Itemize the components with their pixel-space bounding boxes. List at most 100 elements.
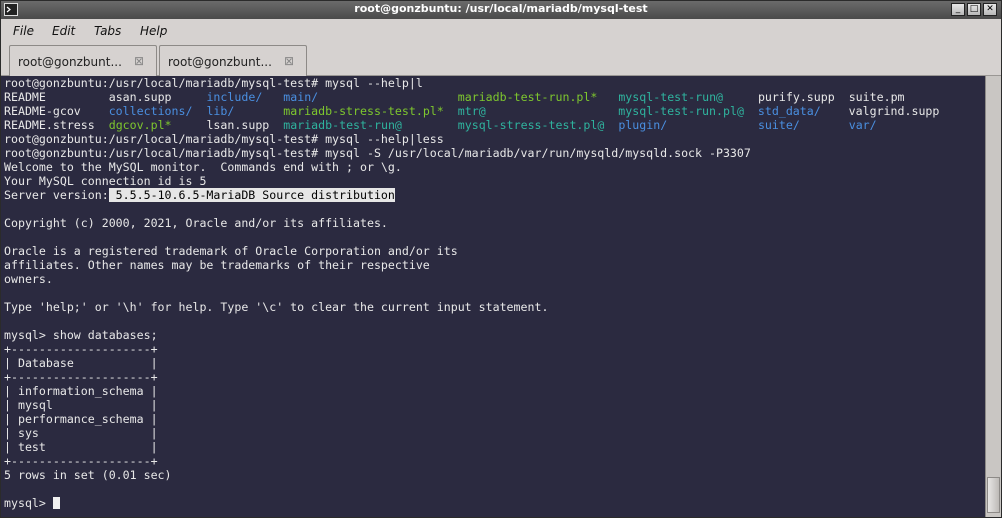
- ls-spacing: [262, 90, 283, 104]
- ls-entry: collections/: [108, 104, 193, 118]
- ls-entry: main/: [283, 90, 319, 104]
- window-title: root@gonzbuntu: /usr/local/mariadb/mysql…: [354, 2, 648, 15]
- ls-spacing: [95, 118, 109, 132]
- ls-spacing: [800, 118, 849, 132]
- ls-entry: lib/: [206, 104, 235, 118]
- table-row: | information_schema |: [4, 384, 158, 398]
- output-line: Welcome to the MySQL monitor. Commands e…: [4, 160, 402, 174]
- ls-entry: mysql-test-run.pl@: [618, 104, 744, 118]
- ls-entry: std_data/: [757, 104, 821, 118]
- ls-spacing: [172, 118, 207, 132]
- menu-edit[interactable]: Edit: [52, 24, 75, 38]
- tab-label: root@gonzbunt...: [18, 55, 122, 69]
- mysql-prompt-line[interactable]: mysql>: [4, 496, 985, 510]
- terminal-window: root@gonzbuntu: /usr/local/mariadb/mysql…: [0, 0, 1002, 518]
- ls-row: README.stress dgcov.pl* lsan.supp mariad…: [4, 118, 985, 132]
- ls-entry: mysql-test-run@: [618, 90, 724, 104]
- table-border: +--------------------+: [4, 370, 158, 384]
- ls-entry: valgrind.supp: [848, 104, 940, 118]
- ls-entry: plugin/: [618, 118, 668, 132]
- output-line: affiliates. Other names may be trademark…: [4, 258, 430, 272]
- ls-entry: var/: [848, 118, 877, 132]
- ls-spacing: [444, 104, 458, 118]
- table-border: +--------------------+: [4, 342, 158, 356]
- ls-entry: mariadb-test-run.pl*: [457, 90, 598, 104]
- ls-entry: mariadb-test-run@: [283, 118, 402, 132]
- ls-row: README-gcov collections/ lib/ mariadb-st…: [4, 104, 985, 118]
- server-version-line: Server version: 5.5.5-10.6.5-MariaDB Sou…: [4, 188, 985, 202]
- ls-spacing: [81, 104, 109, 118]
- output-line: owners.: [4, 272, 53, 286]
- close-window-button[interactable]: ✕: [983, 3, 997, 16]
- result-summary: 5 rows in set (0.01 sec): [4, 468, 172, 482]
- ls-spacing: [46, 90, 109, 104]
- ls-spacing: [402, 118, 458, 132]
- table-row: | performance_schema |: [4, 412, 158, 426]
- tab-terminal-2[interactable]: root@gonzbunt... ⊠: [159, 45, 307, 76]
- ls-spacing: [604, 118, 618, 132]
- mysql-prompt: mysql>: [4, 496, 53, 510]
- menu-bar: File Edit Tabs Help: [1, 19, 1001, 42]
- ls-entry: suite/: [757, 118, 800, 132]
- ls-entry: suite.pm: [848, 90, 905, 104]
- ls-spacing: [597, 90, 618, 104]
- ls-spacing: [172, 90, 207, 104]
- scrollbar[interactable]: [985, 76, 1001, 517]
- selected-text: 5.5.5-10.6.5-MariaDB Source distribution: [108, 188, 395, 202]
- table-row: | mysql |: [4, 398, 158, 412]
- scrollbar-thumb[interactable]: [987, 477, 1000, 513]
- menu-file[interactable]: File: [13, 24, 34, 38]
- output-line: Your MySQL connection id is 5: [4, 174, 207, 188]
- command-line: root@gonzbuntu:/usr/local/mariadb/mysql-…: [4, 76, 423, 90]
- output-line: Copyright (c) 2000, 2021, Oracle and/or …: [4, 216, 388, 230]
- ls-spacing: [234, 104, 283, 118]
- title-bar[interactable]: root@gonzbuntu: /usr/local/mariadb/mysql…: [1, 1, 1001, 19]
- ls-spacing: [486, 104, 619, 118]
- ls-spacing: [192, 104, 206, 118]
- command-line: root@gonzbuntu:/usr/local/mariadb/mysql-…: [4, 132, 444, 146]
- ls-entry: purify.supp: [757, 90, 835, 104]
- menu-help[interactable]: Help: [140, 24, 167, 38]
- tab-label: root@gonzbunt...: [168, 55, 272, 69]
- table-header: | Database |: [4, 356, 158, 370]
- ls-entry: README.stress: [4, 118, 95, 132]
- ls-entry: README: [4, 90, 46, 104]
- ls-entry: lsan.supp: [206, 118, 270, 132]
- ls-row: README asan.supp include/ main/ mariadb-…: [4, 90, 985, 104]
- maximize-button[interactable]: □: [967, 3, 981, 16]
- tab-terminal-1[interactable]: root@gonzbunt... ⊠: [9, 45, 157, 76]
- terminal-output[interactable]: root@gonzbuntu:/usr/local/mariadb/mysql-…: [1, 76, 985, 517]
- table-row: | sys |: [4, 426, 158, 440]
- ls-spacing: [667, 118, 758, 132]
- ls-entry: mtr@: [457, 104, 486, 118]
- ls-entry: mariadb-stress-test.pl*: [283, 104, 444, 118]
- tab-close-icon[interactable]: ⊠: [134, 54, 144, 68]
- ls-spacing: [821, 104, 849, 118]
- ls-entry: README-gcov: [4, 104, 81, 118]
- mysql-command-line: mysql> show databases;: [4, 328, 158, 342]
- text-cursor: [52, 497, 60, 509]
- ls-spacing: [318, 90, 458, 104]
- ls-spacing: [744, 104, 758, 118]
- ls-spacing: [723, 90, 758, 104]
- ls-entry: include/: [206, 90, 263, 104]
- tab-close-icon[interactable]: ⊠: [284, 54, 294, 68]
- ls-entry: dgcov.pl*: [108, 118, 172, 132]
- output-line: Type 'help;' or '\h' for help. Type '\c'…: [4, 300, 549, 314]
- output-line: Oracle is a registered trademark of Orac…: [4, 244, 458, 258]
- ls-entry: asan.supp: [108, 90, 172, 104]
- server-version-label: Server version:: [4, 188, 109, 202]
- ls-spacing: [835, 90, 849, 104]
- tab-bar: root@gonzbunt... ⊠ root@gonzbunt... ⊠: [1, 42, 1001, 76]
- ls-entry: mysql-stress-test.pl@: [457, 118, 605, 132]
- table-row: | test |: [4, 440, 158, 454]
- minimize-button[interactable]: _: [951, 3, 965, 16]
- command-line: root@gonzbuntu:/usr/local/mariadb/mysql-…: [4, 146, 751, 160]
- menu-tabs[interactable]: Tabs: [94, 24, 121, 38]
- table-border: +--------------------+: [4, 454, 158, 468]
